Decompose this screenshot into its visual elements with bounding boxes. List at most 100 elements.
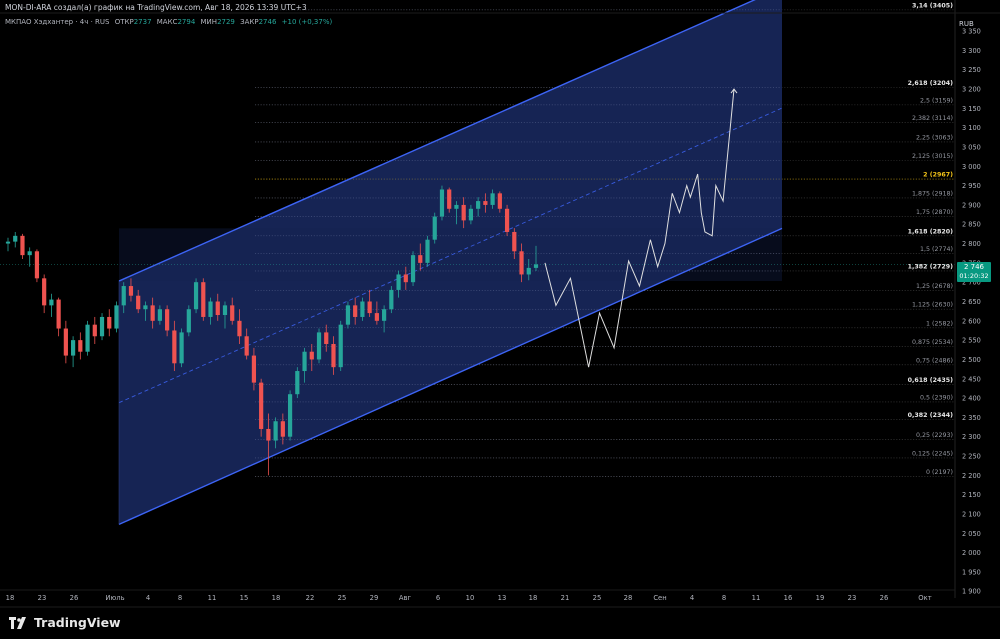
brand-name: TradingView xyxy=(34,615,121,630)
price-axis-tick: 2 800 xyxy=(962,240,981,248)
price-axis-tick: 1 950 xyxy=(962,568,981,576)
time-axis-tick: 23 xyxy=(38,594,47,602)
time-axis-tick: 10 xyxy=(466,594,475,602)
time-axis-tick: 26 xyxy=(880,594,889,602)
time-axis-tick: Июль xyxy=(105,594,124,602)
fib-level-label: 0,875 (2534) xyxy=(912,339,953,346)
candle-body xyxy=(49,299,54,306)
candle-body xyxy=(504,208,510,232)
fib-level-label: 2,618 (3204) xyxy=(908,80,954,87)
candle-body xyxy=(193,282,199,310)
candle-body xyxy=(273,421,278,441)
time-axis-tick: 15 xyxy=(240,594,249,602)
price-axis-tick: 2 850 xyxy=(962,221,981,229)
price-axis-tick: 2 900 xyxy=(962,201,981,209)
fib-level-label: 2,5 (3159) xyxy=(920,97,953,104)
time-axis-tick: 18 xyxy=(6,594,15,602)
currency-label[interactable]: RUB xyxy=(959,20,974,28)
price-chart[interactable]: 0 (2197) 0,125 (2245) 0,25 (2293) 0,382 (23… xyxy=(0,0,1000,639)
candle-body xyxy=(345,305,351,325)
fib-level-label: 0,25 (2293) xyxy=(916,432,953,439)
candle-body xyxy=(172,330,177,364)
author-line: MON-DI-ARA создал(а) график на TradingVi… xyxy=(5,3,307,12)
candle-body xyxy=(360,301,365,317)
fib-level-label: 1,75 (2870) xyxy=(916,209,953,216)
time-axis-tick: 23 xyxy=(848,594,857,602)
fib-level-label: 2 (2967) xyxy=(923,172,953,179)
low-value: 2729 xyxy=(217,18,235,26)
candle-body xyxy=(230,305,235,321)
symbol-legend: МКПАО Хэдхантер · 4ч · RUS ОТКР2737 МАКС… xyxy=(5,18,332,26)
candle-body xyxy=(526,267,531,275)
high-label: МАКС xyxy=(156,18,178,26)
candle-body xyxy=(42,278,47,306)
fib-level-label: 1,125 (2630) xyxy=(912,302,953,309)
time-axis-tick: 16 xyxy=(784,594,793,602)
candle-body xyxy=(439,189,445,217)
candle-body xyxy=(201,282,206,317)
candle-body xyxy=(27,251,32,256)
time-axis-tick: Сен xyxy=(653,594,666,602)
candle-body xyxy=(63,328,68,356)
time-axis-tick: 6 xyxy=(436,594,440,602)
price-axis-tick: 3 150 xyxy=(962,105,981,113)
candle-body xyxy=(461,204,466,221)
bar-countdown: 01:20:32 xyxy=(959,272,989,280)
candle-body xyxy=(374,313,379,321)
time-axis-tick: 26 xyxy=(70,594,79,602)
fib-level-label: 0,382 (2344) xyxy=(908,412,954,419)
candle-body xyxy=(186,309,191,333)
price-axis-tick: 2 350 xyxy=(962,414,981,422)
time-axis-tick: 4 xyxy=(690,594,694,602)
fib-level-label: 2,125 (3015) xyxy=(912,153,953,160)
candle-body xyxy=(266,428,271,441)
low-label: МИН xyxy=(200,18,218,26)
candle-body xyxy=(512,231,517,252)
candle-body xyxy=(121,286,126,306)
candle-body xyxy=(99,316,105,337)
candle-body xyxy=(114,305,119,329)
candle-body xyxy=(251,355,257,383)
candle-body xyxy=(483,201,488,205)
price-axis-tick: 3 100 xyxy=(962,124,981,132)
candle-body xyxy=(136,295,141,310)
close-value: 2746 xyxy=(258,18,277,26)
candle-body xyxy=(215,301,220,316)
candle-body xyxy=(222,305,228,316)
fib-level-label: 0,75 (2486) xyxy=(916,357,953,364)
candle-body xyxy=(13,235,18,242)
candle-body xyxy=(410,255,416,283)
time-axis-tick: 8 xyxy=(178,594,182,602)
price-axis-tick: 3 350 xyxy=(962,28,981,36)
tradingview-logo[interactable]: TradingView xyxy=(9,615,121,630)
candle-body xyxy=(179,332,184,364)
time-axis-tick: 18 xyxy=(272,594,281,602)
price-axis-tick: 2 650 xyxy=(962,298,981,306)
price-axis-tick: 2 150 xyxy=(962,491,981,499)
symbol-name[interactable]: МКПАО Хэдхантер · 4ч · RUS xyxy=(5,18,109,26)
candle-body xyxy=(5,241,11,244)
candle-body xyxy=(237,320,242,337)
time-axis-tick: 4 xyxy=(146,594,150,602)
candle-body xyxy=(78,340,83,352)
candle-body xyxy=(403,274,408,283)
candle-body xyxy=(468,208,474,221)
close-label: ЗАКР xyxy=(240,18,259,26)
price-axis-tick: 2 000 xyxy=(962,549,981,557)
candle-body xyxy=(150,305,155,321)
time-axis-tick: 18 xyxy=(529,594,538,602)
time-axis-tick: 28 xyxy=(624,594,633,602)
price-axis-tick: 2 250 xyxy=(962,453,981,461)
candle-body xyxy=(208,301,213,317)
fib-level-label: 1,618 (2820) xyxy=(908,228,954,235)
candle-body xyxy=(316,332,322,360)
candle-body xyxy=(324,332,329,344)
time-axis-tick: 21 xyxy=(561,594,570,602)
price-axis-tick: 3 300 xyxy=(962,47,981,55)
candle-body xyxy=(56,299,61,329)
candle-body xyxy=(454,204,459,209)
fib-level-label: 1,5 (2774) xyxy=(920,246,953,253)
fib-level-label: 2,25 (3063) xyxy=(916,134,953,141)
price-axis-tick: 3 250 xyxy=(962,66,981,74)
price-axis-tick: 2 300 xyxy=(962,433,981,441)
